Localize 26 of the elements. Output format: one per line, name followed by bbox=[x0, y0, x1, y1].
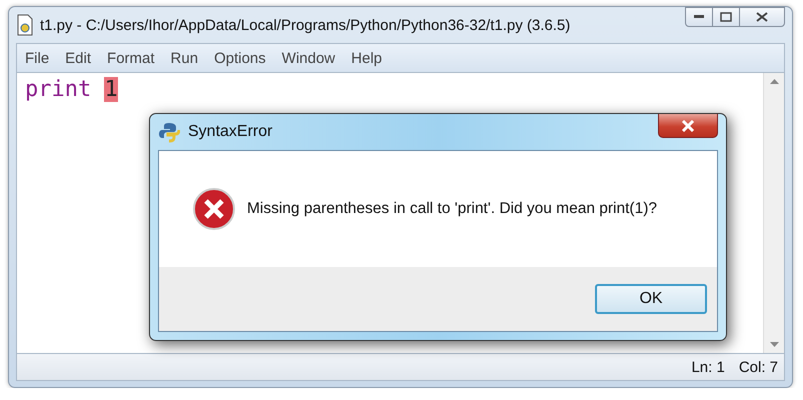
close-icon bbox=[756, 12, 768, 22]
close-button[interactable] bbox=[658, 114, 718, 138]
close-button[interactable] bbox=[739, 7, 785, 27]
column-number: Col: 7 bbox=[738, 358, 778, 376]
menu-item[interactable]: Help bbox=[343, 50, 390, 66]
error-message: Missing parentheses in call to 'print'. Did you mean print(1)? bbox=[247, 200, 657, 218]
window-title: t1.py - C:/Users/Ihor/AppData/Local/Programs/Python/Python36-32/t1.py (3.6.5) bbox=[40, 16, 572, 34]
ok-button[interactable]: OK bbox=[595, 284, 707, 314]
maximize-button[interactable] bbox=[712, 7, 740, 27]
error-icon bbox=[193, 188, 235, 230]
menu-item[interactable]: Format bbox=[99, 50, 163, 66]
scroll-down-icon[interactable] bbox=[770, 342, 778, 347]
menu-item[interactable]: Run bbox=[162, 50, 206, 66]
menu-item[interactable]: Window bbox=[274, 50, 344, 66]
document-icon bbox=[16, 14, 34, 36]
python-icon bbox=[158, 121, 180, 143]
dialog-title: SyntaxError bbox=[188, 123, 272, 141]
menu-item[interactable]: File bbox=[17, 50, 58, 66]
menu-item[interactable]: Options bbox=[206, 50, 274, 66]
minimize-button[interactable] bbox=[685, 7, 713, 27]
line-number: Ln: 1 bbox=[691, 358, 725, 376]
scroll-up-icon[interactable] bbox=[770, 79, 778, 84]
menu-item[interactable]: Edit bbox=[57, 50, 100, 66]
close-icon bbox=[681, 120, 695, 132]
maximize-icon bbox=[720, 12, 732, 22]
minimize-icon bbox=[694, 15, 704, 19]
